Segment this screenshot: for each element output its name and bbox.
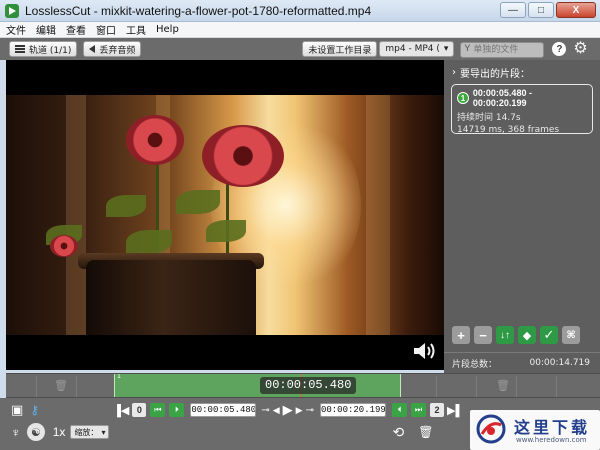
menu-item-tools[interactable]: 工具 [126,22,146,37]
close-button[interactable]: X [556,2,596,18]
segments-panel: › 要导出的片段： 1 00:00:05.480 - 00:00:20.199 … [444,60,600,373]
discard-audio-label: 丢弃音频 [99,45,136,56]
start-time-input[interactable] [190,403,257,417]
sort-segments-button[interactable]: ↓↑ [496,326,514,344]
play-icon[interactable]: ▶ [283,402,293,418]
jump-end-icon[interactable]: ▶▌ [447,404,463,417]
volume-icon[interactable] [412,342,436,360]
person-icon[interactable]: ♆ [11,425,21,440]
add-segment-button[interactable]: + [452,326,470,344]
watermark: 这里下载 www.heredown.com [470,410,600,450]
search-wrapper: Y [460,41,545,58]
key-right-icon[interactable]: ⊸ [306,405,314,416]
command-icon[interactable]: ⌘ [562,326,580,344]
segment-frames: 14719 ms, 368 frames [457,125,560,135]
yin-yang-icon[interactable]: ☯ [26,423,45,441]
current-time-display: 00:00:05.480 [260,377,357,394]
zoom-select[interactable]: 缩放： ▾ [70,425,110,439]
jump-start-icon[interactable]: ▐◀ [113,404,129,417]
segment-duration: 持续时间 14.7s [457,113,521,123]
set-end-button[interactable]: ⏴ [391,403,407,417]
timeline-segment-label: 1 [117,373,121,380]
menu-item-window[interactable]: 窗口 [96,22,116,37]
segment-card[interactable]: 1 00:00:05.480 - 00:00:20.199 持续时间 14.7s… [451,84,593,135]
segments-total-label: 片段总数： [452,359,498,370]
end-time-input[interactable] [319,403,386,417]
segments-footer: 片段总数： 00:00:14.719 [444,352,600,373]
key-left-icon[interactable]: ⊸ [261,405,269,416]
rotate-icon[interactable]: ⟲ [392,424,404,441]
trash-icon[interactable]: 🗑 [496,379,510,392]
search-input[interactable] [460,41,545,58]
minimize-button[interactable]: — [500,2,526,18]
app-logo-icon [5,3,19,18]
video-frame [6,95,444,335]
tag-icon[interactable]: ◆ [518,326,536,344]
watermark-logo-icon [476,414,506,444]
gear-icon[interactable]: ⚙ [573,41,587,57]
segments-total-duration: 00:00:14.719 [529,358,590,368]
segment-start-number[interactable]: 0 [132,403,147,417]
chevron-down-icon: ▾ [101,427,106,437]
image-icon[interactable]: ▣ [11,402,23,418]
segments-panel-title: › 要导出的片段： [452,67,530,80]
watermark-url: www.heredown.com [516,436,587,444]
menu-item-view[interactable]: 查看 [66,22,86,37]
chevron-down-icon: ▾ [443,44,449,54]
watermark-title: 这里下载 [514,418,591,437]
segment-header: 1 00:00:05.480 - 00:00:20.199 [457,88,587,108]
segment-end-number[interactable]: 2 [429,403,444,417]
working-dir-button[interactable]: 未设置工作目录 [302,41,378,57]
remove-segment-button[interactable]: − [474,326,492,344]
chevron-right-icon[interactable]: › [452,67,456,78]
hamburger-icon [15,45,25,53]
next-frame-icon[interactable]: ▶ [296,405,303,416]
key-icon[interactable]: ⚷ [30,403,39,417]
video-player[interactable] [6,60,444,370]
trash-icon[interactable]: 🗑 [54,379,68,392]
maximize-button[interactable]: □ [528,2,554,18]
format-label: mp4 - MP4 ( [385,44,440,54]
tracks-button[interactable]: 轨道 (1/1) [9,41,78,57]
timeline[interactable]: 🗑 1 00:00:05.480 🗑 [6,373,600,398]
check-icon[interactable]: ✓ [540,326,558,344]
speed-label: 1x [52,425,66,439]
working-dir-label: 未设置工作目录 [308,45,372,56]
menu-item-help[interactable]: Help [156,24,179,35]
discard-audio-button[interactable]: 丢弃音频 [83,41,142,57]
tracks-label: 轨道 (1/1) [29,45,72,56]
window-title: LosslessCut - mixkit-watering-a-flower-p… [25,3,372,18]
zoom-label: 缩放： [74,427,99,437]
help-icon[interactable]: ? [552,42,567,56]
jump-segment-start-button[interactable]: ⏮ [150,403,166,417]
set-start-button[interactable]: ⏵ [169,403,185,417]
segment-tools: + − ↓↑ ◆ ✓ ⌘ [452,326,580,344]
menu-item-edit[interactable]: 编辑 [36,22,56,37]
trash-icon[interactable]: 🗑 [418,425,433,439]
segment-number-badge: 1 [457,92,469,104]
search-icon: Y [464,42,471,53]
segment-range: 00:00:05.480 - 00:00:20.199 [472,88,532,108]
menu-item-file[interactable]: 文件 [6,22,26,37]
app-toolbar: 轨道 (1/1) 丢弃音频 未设置工作目录 mp4 - MP4 ( ▾ Y ? … [0,38,600,60]
window-controls: — □ X [500,2,596,18]
timeline-segment[interactable]: 1 [114,374,401,397]
window-titlebar: LosslessCut - mixkit-watering-a-flower-p… [0,0,600,22]
prev-frame-icon[interactable]: ◀ [273,405,280,416]
menu-bar: 文件 编辑 查看 窗口 工具 Help [0,22,600,38]
speaker-icon [89,45,96,53]
format-select[interactable]: mp4 - MP4 ( ▾ [379,41,455,57]
jump-segment-end-button[interactable]: ⏭ [410,403,426,417]
